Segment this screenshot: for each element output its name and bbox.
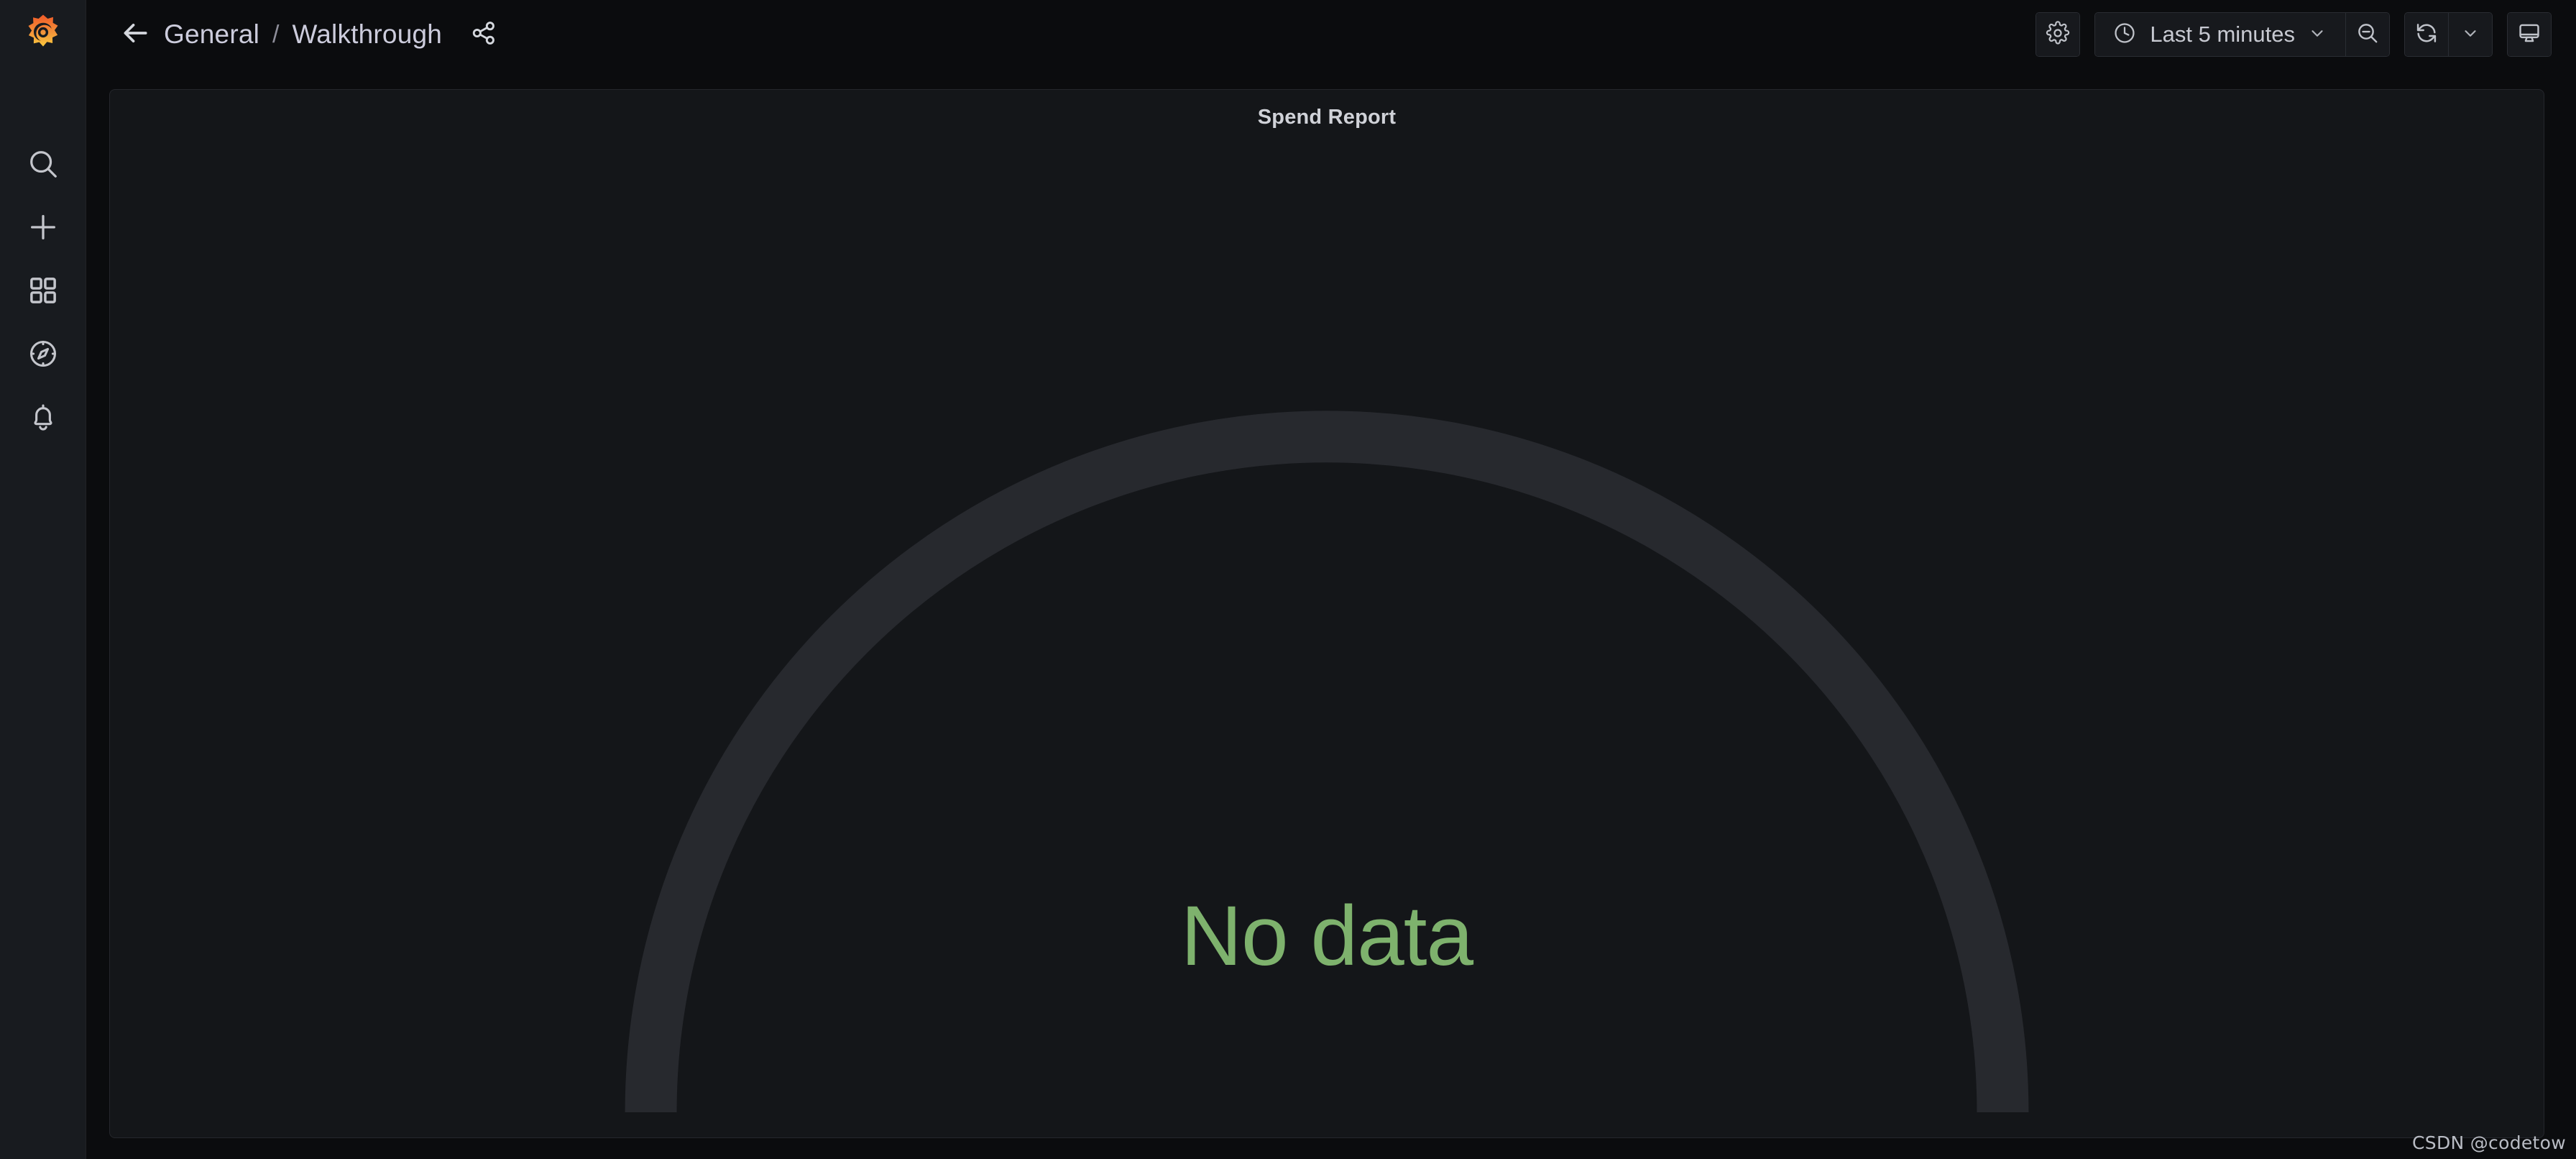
gauge-visualization <box>110 90 2544 1137</box>
gauge-track <box>625 411 2029 1113</box>
breadcrumb-separator: / <box>272 20 280 48</box>
sidebar-item-dashboards[interactable] <box>0 259 86 322</box>
grafana-logo[interactable] <box>0 0 86 69</box>
kiosk-group <box>2507 12 2552 57</box>
share-icon <box>470 19 497 50</box>
monitor-icon <box>2517 21 2542 49</box>
gauge-panel[interactable]: Spend Report No data <box>109 89 2544 1138</box>
main-sidebar <box>0 0 86 1159</box>
sidebar-nav-list <box>0 132 86 449</box>
header-toolbar: Last 5 minutes <box>2036 12 2576 57</box>
bell-icon <box>27 401 59 433</box>
refresh-icon <box>2414 21 2439 49</box>
back-button[interactable] <box>115 14 155 55</box>
refresh-interval-button[interactable] <box>2449 13 2492 56</box>
breadcrumb-folder[interactable]: General <box>164 19 259 50</box>
time-range-picker[interactable]: Last 5 minutes <box>2095 13 2345 56</box>
time-range-value: Last 5 minutes <box>2150 22 2295 47</box>
chevron-down-icon <box>2461 24 2480 46</box>
dashboard-header: General / Walkthrough Last 5 minutes <box>86 0 2576 69</box>
grafana-app: General / Walkthrough Last 5 minutes Spe… <box>0 0 2576 1159</box>
dashboards-icon <box>27 275 59 306</box>
breadcrumb-dashboard[interactable]: Walkthrough <box>293 19 443 50</box>
header-left-group: General / Walkthrough <box>86 14 504 55</box>
search-icon <box>27 147 60 180</box>
plus-icon <box>27 211 60 244</box>
settings-group <box>2036 12 2081 57</box>
refresh-dashboard-button[interactable] <box>2405 13 2448 56</box>
kiosk-mode-button[interactable] <box>2508 13 2551 56</box>
clock-icon <box>2112 21 2137 49</box>
share-button[interactable] <box>464 14 504 55</box>
gear-icon <box>2046 20 2070 49</box>
arrow-left-icon <box>120 18 150 52</box>
sidebar-item-alerting[interactable] <box>0 385 86 449</box>
compass-icon <box>27 337 60 370</box>
refresh-group <box>2404 12 2493 57</box>
chevron-down-icon <box>2308 24 2327 46</box>
dashboard-settings-button[interactable] <box>2036 13 2080 56</box>
watermark-text: CSDN @codetow <box>2412 1132 2566 1153</box>
sidebar-item-create[interactable] <box>0 196 86 259</box>
sidebar-item-search[interactable] <box>0 132 86 196</box>
zoom-out-time-button[interactable] <box>2346 13 2389 56</box>
sidebar-item-explore[interactable] <box>0 322 86 385</box>
zoom-out-icon <box>2355 21 2380 49</box>
time-range-group: Last 5 minutes <box>2094 12 2390 57</box>
breadcrumb: General / Walkthrough <box>164 19 442 50</box>
